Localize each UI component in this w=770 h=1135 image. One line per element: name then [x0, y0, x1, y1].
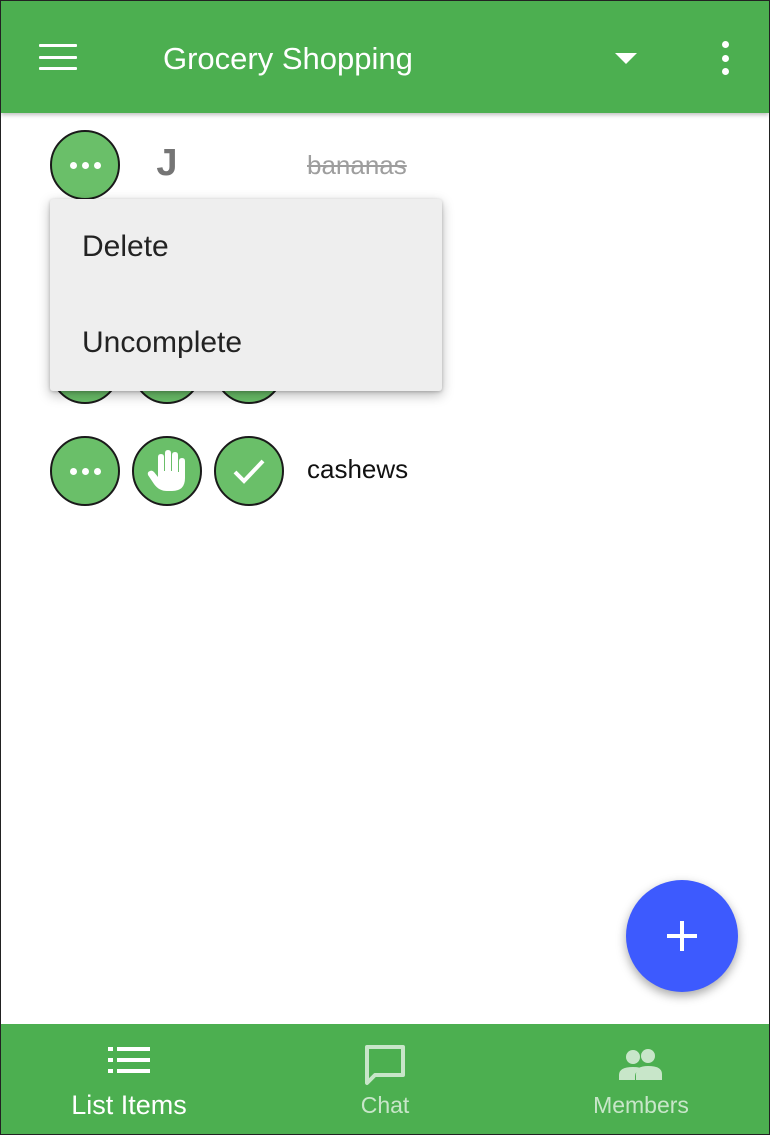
add-item-button[interactable] — [626, 880, 738, 992]
more-horiz-icon — [69, 161, 101, 169]
complete-item-button[interactable] — [214, 436, 284, 506]
nav-chat[interactable]: Chat — [257, 1024, 513, 1134]
item-name: cashews — [307, 454, 409, 484]
hamburger-menu-icon[interactable] — [39, 44, 77, 70]
arrow-drop-down-icon[interactable] — [613, 51, 639, 65]
item-options-button[interactable] — [50, 436, 120, 506]
add-icon — [667, 921, 697, 951]
people-icon — [619, 1049, 662, 1080]
more-vert-icon[interactable] — [715, 41, 735, 75]
nav-list-items[interactable]: List Items — [1, 1024, 257, 1134]
app-bar: Grocery Shopping — [1, 1, 769, 113]
item-name: bananas — [307, 150, 407, 180]
list-item: cashews — [1, 436, 769, 508]
chat-icon — [365, 1045, 405, 1085]
nav-label: List Items — [71, 1090, 187, 1120]
nav-label: Members — [593, 1092, 689, 1118]
assignee-initial: J — [156, 142, 178, 184]
claim-item-button[interactable] — [132, 436, 202, 506]
delete-menu-item[interactable]: Delete — [50, 199, 442, 295]
bottom-navigation: List Items Chat Members — [1, 1024, 769, 1134]
app-screen: Grocery Shopping J bananas cashews Delet… — [0, 0, 770, 1135]
list-icon — [108, 1047, 150, 1073]
list-title[interactable]: Grocery Shopping — [163, 39, 413, 79]
nav-label: Chat — [360, 1092, 410, 1118]
item-options-button[interactable] — [50, 130, 120, 200]
list-item: J bananas — [1, 130, 769, 202]
check-icon — [233, 459, 265, 484]
item-context-menu: Delete Uncomplete — [50, 199, 442, 391]
nav-members[interactable]: Members — [513, 1024, 769, 1134]
uncomplete-menu-item[interactable]: Uncomplete — [50, 295, 442, 391]
more-horiz-icon — [69, 467, 101, 475]
hand-icon — [147, 450, 185, 491]
